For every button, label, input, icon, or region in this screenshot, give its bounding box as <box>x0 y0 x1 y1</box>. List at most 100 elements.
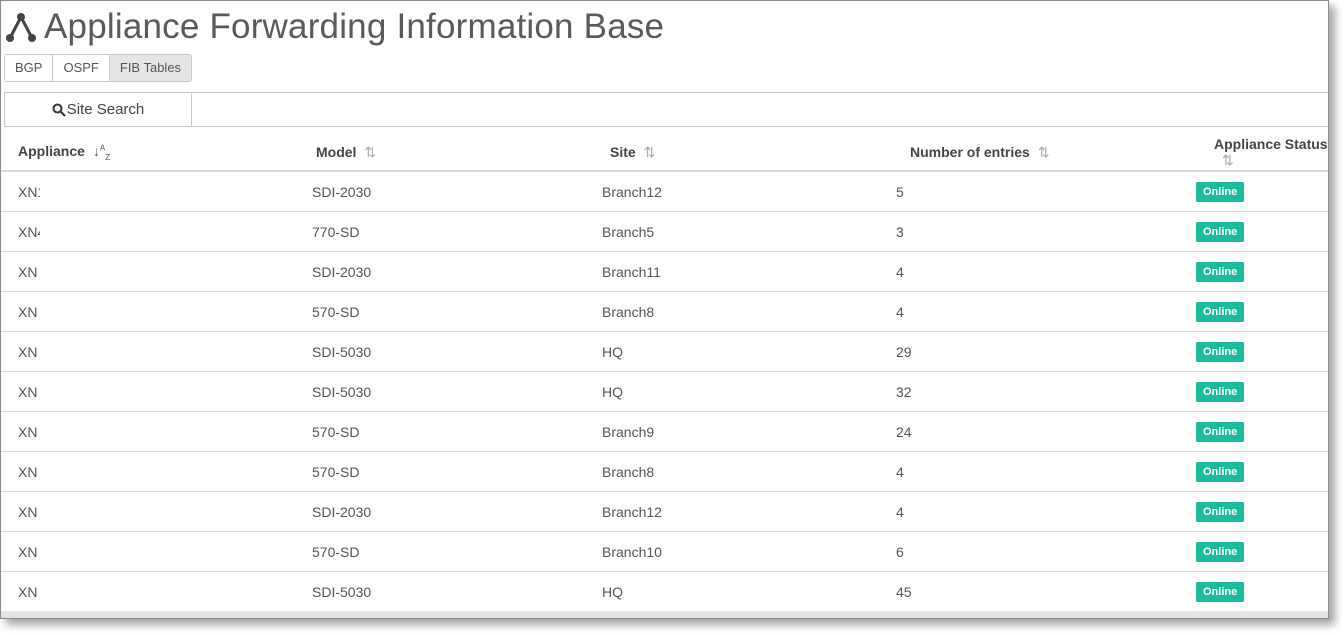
cell-status: Online <box>1196 531 1328 572</box>
column-header-label: Site <box>610 143 636 160</box>
cell-site: Branch12 <box>602 491 896 532</box>
cell-site: Branch8 <box>602 291 896 332</box>
horizontal-scrollbar[interactable] <box>1 611 1328 618</box>
appliance-name: XN <box>18 584 38 601</box>
site-search-button[interactable]: Site Search <box>5 93 192 126</box>
column-header-label: Model <box>316 143 357 160</box>
cell-status: Online <box>1196 251 1328 292</box>
cell-site: Branch12 <box>602 171 896 212</box>
cell-status: Online <box>1196 171 1328 212</box>
cell-site: Branch5 <box>602 211 896 252</box>
site-search-label: Site Search <box>66 101 145 118</box>
table-row[interactable]: XN SDI-5030 HQ 32 Online <box>1 371 1328 412</box>
cell-status: Online <box>1196 411 1328 452</box>
cell-appliance: XN <box>1 451 308 492</box>
status-badge: Online <box>1196 301 1245 322</box>
tab-fib-tables[interactable]: FIB Tables <box>109 55 192 81</box>
status-badge: Online <box>1196 581 1245 602</box>
cell-entries: 45 <box>896 571 1196 612</box>
appliance-name: XN <box>18 464 38 481</box>
status-badge: Online <box>1196 381 1245 402</box>
cell-model: 570-SD <box>308 531 602 572</box>
cell-entries: 4 <box>896 451 1196 492</box>
cell-site: Branch9 <box>602 411 896 452</box>
topology-icon <box>6 13 36 42</box>
table-row[interactable]: XN SDI-5030 HQ 45 Online <box>1 571 1328 612</box>
sort-icon[interactable]: ⇅ <box>1038 144 1050 161</box>
cell-appliance: XN <box>1 571 308 612</box>
table-row[interactable]: XN SDI-5030 HQ 29 Online <box>1 331 1328 372</box>
cell-appliance: XN <box>1 291 308 332</box>
cell-entries: 4 <box>896 291 1196 332</box>
cell-entries: 5 <box>896 171 1196 212</box>
cell-site: HQ <box>602 571 896 612</box>
cell-entries: 29 <box>896 331 1196 372</box>
cell-site: Branch10 <box>602 531 896 572</box>
cell-appliance: XN <box>1 251 308 292</box>
appliance-name: XN <box>18 344 38 361</box>
appliance-name: XN <box>18 264 38 281</box>
cell-appliance: XN <box>1 411 308 452</box>
column-header-site[interactable]: Site ⇅ <box>602 134 896 172</box>
column-header-entries[interactable]: Number of entries ⇅ <box>896 134 1196 172</box>
cell-appliance: XN <box>1 331 308 372</box>
status-badge: Online <box>1196 181 1245 202</box>
appliance-name: XN <box>18 424 38 441</box>
cell-model: 570-SD <box>308 451 602 492</box>
tab-bgp[interactable]: BGP <box>5 55 54 81</box>
column-header-model[interactable]: Model ⇅ <box>308 134 602 172</box>
cell-model: SDI-5030 <box>308 331 602 372</box>
appliance-name: XN <box>18 384 38 401</box>
column-header-appliance[interactable]: Appliance ↓AZ <box>1 134 308 172</box>
tab-bar: BGP OSPF FIB Tables <box>4 54 193 82</box>
table-row[interactable]: XN 570-SD Branch10 6 Online <box>1 531 1328 572</box>
appliance-name: XN <box>18 544 38 561</box>
cell-entries: 4 <box>896 251 1196 292</box>
cell-entries: 4 <box>896 491 1196 532</box>
cell-model: 570-SD <box>308 411 602 452</box>
column-header-label: Number of entries <box>910 143 1030 160</box>
cell-status: Online <box>1196 291 1328 332</box>
page-header: Appliance Forwarding Information Base <box>4 7 664 47</box>
cell-site: Branch11 <box>602 251 896 292</box>
sort-icon[interactable]: ⇅ <box>644 144 656 161</box>
column-header-label: Appliance <box>18 142 85 159</box>
cell-site: HQ <box>602 371 896 412</box>
cell-status: Online <box>1196 331 1328 372</box>
cell-model: SDI-5030 <box>308 571 602 612</box>
cell-status: Online <box>1196 211 1328 252</box>
table-row[interactable]: XN1 SDI-2030Branch125Online <box>1 171 1328 212</box>
appliance-name: XN4 <box>18 224 40 241</box>
column-header-label: Appliance Status <box>1214 135 1328 152</box>
cell-entries: 32 <box>896 371 1196 412</box>
cell-entries: 6 <box>896 531 1196 572</box>
cell-model: SDI-2030 <box>308 491 602 532</box>
appliance-name: XN <box>18 504 38 521</box>
table-row[interactable]: XN 570-SD Branch8 4 Online <box>1 291 1328 332</box>
cell-model: 570-SD <box>308 291 602 332</box>
sort-ascending-icon[interactable]: ↓AZ <box>93 143 110 162</box>
cell-appliance: XN <box>1 491 308 532</box>
sort-icon[interactable]: ⇅ <box>1222 152 1234 169</box>
status-badge: Online <box>1196 341 1245 362</box>
cell-site: HQ <box>602 331 896 372</box>
sort-icon[interactable]: ⇅ <box>364 144 376 161</box>
table-row[interactable]: XN4 770-SDBranch53Online <box>1 211 1328 252</box>
table-row[interactable]: XN SDI-2030 Branch12 4 Online <box>1 491 1328 532</box>
status-badge: Online <box>1196 541 1245 562</box>
cell-appliance: XN1 <box>1 171 308 212</box>
cell-entries: 24 <box>896 411 1196 452</box>
cell-appliance: XN <box>1 531 308 572</box>
cell-site: Branch8 <box>602 451 896 492</box>
table-row[interactable]: XN 570-SD Branch9 24 Online <box>1 411 1328 452</box>
status-badge: Online <box>1196 501 1245 522</box>
table-row[interactable]: XN SDI-2030 Branch11 4 Online <box>1 251 1328 292</box>
table-header-row: Appliance ↓AZ Model ⇅ Site ⇅ Number of entr… <box>1 134 1328 172</box>
tab-ospf[interactable]: OSPF <box>53 55 110 81</box>
search-field-area[interactable] <box>192 93 1328 126</box>
cell-model: SDI-2030 <box>308 251 602 292</box>
column-header-status[interactable]: Appliance Status⇅ <box>1196 134 1328 172</box>
table-row[interactable]: XN 570-SD Branch8 4 Online <box>1 451 1328 492</box>
page-title: Appliance Forwarding Information Base <box>44 7 665 46</box>
search-bar: Site Search <box>4 92 1328 127</box>
